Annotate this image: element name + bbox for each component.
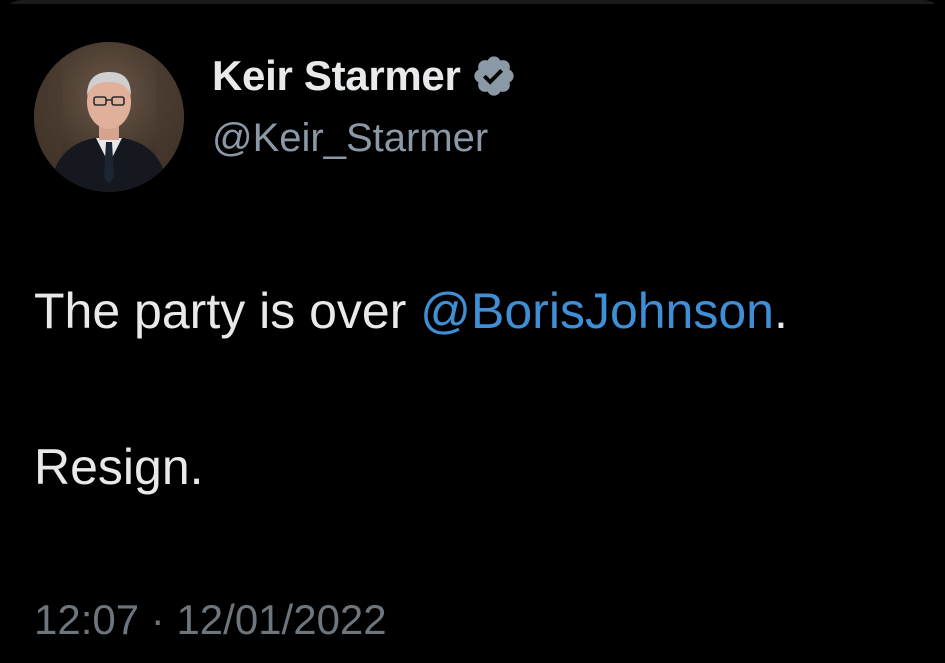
author-name-row: Keir Starmer (212, 52, 517, 100)
avatar[interactable] (34, 42, 184, 192)
verified-badge-icon (471, 53, 517, 99)
tweet-second-paragraph: Resign. (34, 439, 204, 495)
author-handle[interactable]: @Keir_Starmer (212, 116, 488, 161)
display-name[interactable]: Keir Starmer (212, 52, 461, 100)
tweet-timestamp[interactable]: 12:07 · 12/01/2022 (34, 596, 387, 644)
card-top-border (0, 0, 945, 4)
tweet-text-line: The party is over @BorisJohnson. (34, 282, 788, 340)
tweet-time: 12:07 (34, 596, 140, 643)
tweet-text-before-mention: The party is over (34, 283, 421, 339)
tweet-card: Keir Starmer @Keir_Starmer The party is … (0, 0, 945, 663)
timestamp-separator: · (139, 596, 177, 643)
tweet-date: 12/01/2022 (176, 596, 387, 643)
mention-link[interactable]: @BorisJohnson (420, 283, 774, 339)
tweet-text-after-mention: . (773, 283, 788, 339)
avatar-photo (34, 42, 184, 192)
